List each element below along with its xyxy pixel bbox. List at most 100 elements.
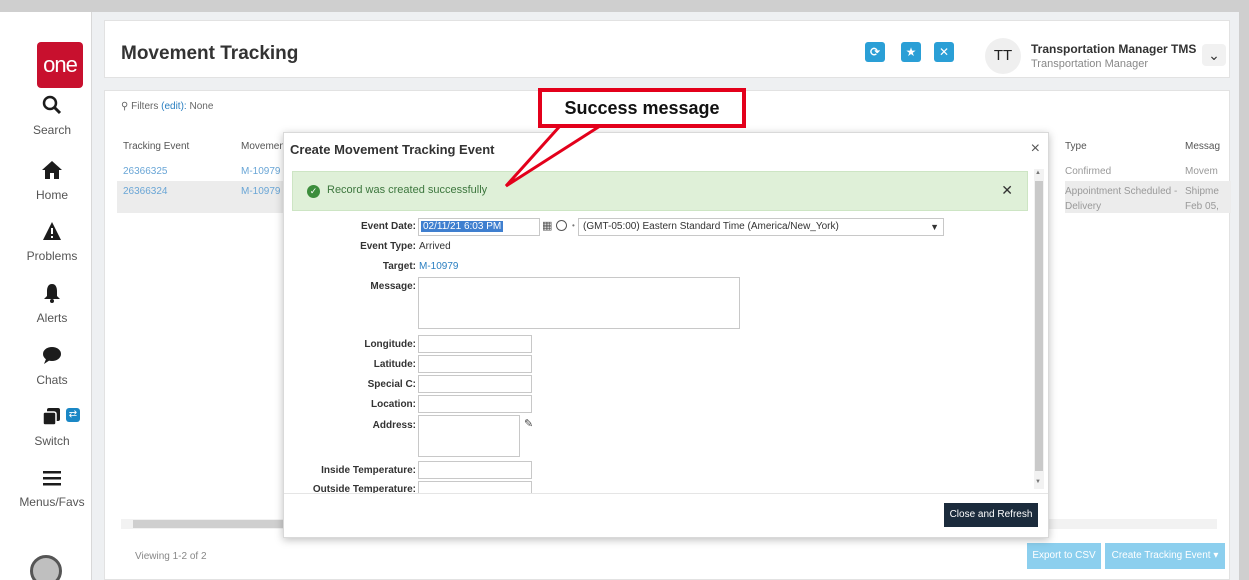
timezone-value: (GMT-05:00) Eastern Standard Time (Ameri… bbox=[583, 221, 839, 232]
latitude-label: Latitude: bbox=[373, 359, 416, 370]
column-header-message[interactable]: Messag bbox=[1185, 141, 1220, 152]
scroll-down-icon[interactable]: ▼ bbox=[1035, 479, 1041, 485]
column-header-tracking-event[interactable]: Tracking Event bbox=[123, 141, 189, 152]
dismiss-alert-button[interactable]: ✕ bbox=[1001, 182, 1013, 199]
avatar[interactable]: TT bbox=[985, 38, 1021, 74]
calendar-icon[interactable]: ▦ bbox=[542, 219, 552, 232]
event-type-label: Event Type: bbox=[360, 241, 416, 252]
column-header-type[interactable]: Type bbox=[1065, 141, 1087, 152]
chat-icon bbox=[12, 345, 92, 371]
page-header: Movement Tracking ⟳ ★ ✕ TT Transportatio… bbox=[104, 20, 1230, 78]
app-logo[interactable]: one bbox=[37, 42, 83, 88]
target-link[interactable]: M-10979 bbox=[419, 261, 458, 272]
timezone-select[interactable]: (GMT-05:00) Eastern Standard Time (Ameri… bbox=[578, 218, 944, 236]
sidebar-item-switch[interactable]: ⇄ Switch bbox=[12, 406, 92, 448]
refresh-icon: ⟳ bbox=[869, 45, 881, 59]
address-textarea[interactable] bbox=[418, 415, 520, 457]
sidebar-item-home[interactable]: Home bbox=[12, 160, 92, 202]
event-date-value: 02/11/21 6:03 PM bbox=[421, 221, 504, 232]
switch-badge-icon: ⇄ bbox=[66, 408, 80, 422]
inside-temperature-label: Inside Temperature: bbox=[321, 465, 416, 476]
address-label: Address: bbox=[372, 420, 416, 431]
sidebar-item-label: Chats bbox=[36, 373, 68, 387]
switch-icon bbox=[12, 406, 92, 432]
outside-temperature-input[interactable] bbox=[418, 481, 532, 493]
close-and-refresh-button[interactable]: Close and Refresh bbox=[944, 503, 1038, 527]
sidebar-item-label: Search bbox=[32, 123, 72, 137]
check-circle-icon: ✓ bbox=[307, 185, 320, 198]
bell-icon bbox=[12, 283, 92, 309]
create-tracking-event-button[interactable]: Create Tracking Event ▾ bbox=[1105, 543, 1225, 569]
pagination-status: Viewing 1-2 of 2 bbox=[135, 551, 207, 562]
dialog-close-button[interactable]: × bbox=[1031, 140, 1040, 158]
event-type-value: Arrived bbox=[419, 241, 451, 252]
longitude-label: Longitude: bbox=[364, 339, 416, 350]
table-cell-type: Confirmed bbox=[1065, 166, 1112, 177]
table-cell-type: Appointment Scheduled - bbox=[1065, 186, 1178, 197]
close-page-button[interactable]: ✕ bbox=[934, 42, 954, 62]
inside-temperature-input[interactable] bbox=[418, 461, 532, 479]
chevron-down-icon: ⌄ bbox=[1208, 47, 1220, 63]
sidebar-item-search[interactable]: Search bbox=[12, 95, 92, 137]
warning-icon bbox=[12, 221, 92, 247]
location-input[interactable] bbox=[418, 395, 532, 413]
table-cell-message: Feb 05, bbox=[1185, 201, 1219, 212]
search-icon bbox=[12, 95, 92, 121]
table-cell-message: Movem bbox=[1185, 166, 1218, 177]
success-alert: ✓ Record was created successfully ✕ bbox=[292, 171, 1028, 211]
table-cell-message: Shipme bbox=[1185, 186, 1219, 197]
event-date-label: Event Date: bbox=[360, 221, 416, 232]
profile-globe-icon[interactable] bbox=[30, 555, 62, 580]
sidebar-item-problems[interactable]: Problems bbox=[12, 221, 92, 263]
latitude-input[interactable] bbox=[418, 355, 532, 373]
separator-dot: • bbox=[572, 221, 575, 230]
window-frame-top bbox=[0, 0, 1249, 12]
user-role: Transportation Manager bbox=[1031, 58, 1148, 70]
special-input[interactable] bbox=[418, 375, 532, 393]
message-label: Message: bbox=[370, 281, 416, 292]
longitude-input[interactable] bbox=[418, 335, 532, 353]
filters-label: Filters bbox=[131, 101, 159, 112]
sidebar-item-label: Problems bbox=[26, 249, 78, 263]
filters-edit-link[interactable]: (edit): bbox=[161, 101, 187, 112]
target-label: Target: bbox=[382, 261, 416, 272]
filters-bar: ⚲ Filters (edit): None bbox=[121, 101, 213, 112]
user-menu-dropdown[interactable]: ⌄ bbox=[1202, 44, 1226, 66]
success-message: Record was created successfully bbox=[327, 184, 488, 196]
special-label: Special C: bbox=[367, 379, 416, 390]
window-frame-right bbox=[1239, 0, 1249, 580]
scroll-up-icon[interactable]: ▲ bbox=[1035, 170, 1041, 176]
sidebar-item-menus[interactable]: Menus/Favs bbox=[12, 469, 92, 509]
location-label: Location: bbox=[371, 399, 416, 410]
clock-icon[interactable] bbox=[556, 220, 567, 231]
create-event-dialog: Create Movement Tracking Event × ✓ Recor… bbox=[283, 132, 1049, 538]
favorite-button[interactable]: ★ bbox=[901, 42, 921, 62]
chevron-down-icon: ▼ bbox=[930, 222, 939, 232]
scrollbar-thumb[interactable] bbox=[1035, 181, 1043, 471]
sidebar-item-chats[interactable]: Chats bbox=[12, 345, 92, 387]
message-textarea[interactable] bbox=[418, 277, 740, 329]
column-header-movement[interactable]: Movemen bbox=[241, 141, 285, 152]
dialog-footer-divider bbox=[284, 493, 1048, 494]
scrollbar-thumb[interactable] bbox=[133, 520, 293, 528]
filters-value: None bbox=[189, 101, 214, 112]
edit-icon[interactable]: ✎ bbox=[524, 417, 533, 430]
sidebar: one Search Home Problems Alerts Chats ⇄ … bbox=[12, 12, 92, 580]
dialog-vertical-scrollbar[interactable]: ▲ ▼ bbox=[1034, 169, 1044, 489]
outside-temperature-label: Outside Temperature: bbox=[312, 484, 416, 493]
table-cell-type: Delivery bbox=[1065, 201, 1102, 212]
table-cell-movement[interactable]: M-10979 bbox=[241, 186, 280, 197]
table-cell-movement[interactable]: M-10979 bbox=[241, 166, 280, 177]
event-date-input[interactable]: 02/11/21 6:03 PM bbox=[418, 218, 540, 236]
export-csv-button[interactable]: Export to CSV bbox=[1027, 543, 1101, 569]
refresh-button[interactable]: ⟳ bbox=[865, 42, 885, 62]
dialog-title: Create Movement Tracking Event bbox=[290, 142, 495, 157]
sidebar-item-label: Menus/Favs bbox=[19, 495, 85, 509]
sidebar-item-label: Alerts bbox=[36, 311, 68, 325]
page-title: Movement Tracking bbox=[121, 43, 299, 64]
sidebar-item-alerts[interactable]: Alerts bbox=[12, 283, 92, 325]
search-icon: ⚲ bbox=[121, 101, 129, 112]
table-cell-event[interactable]: 26366325 bbox=[123, 166, 168, 177]
table-cell-event[interactable]: 26366324 bbox=[123, 186, 168, 197]
home-icon bbox=[12, 160, 92, 186]
